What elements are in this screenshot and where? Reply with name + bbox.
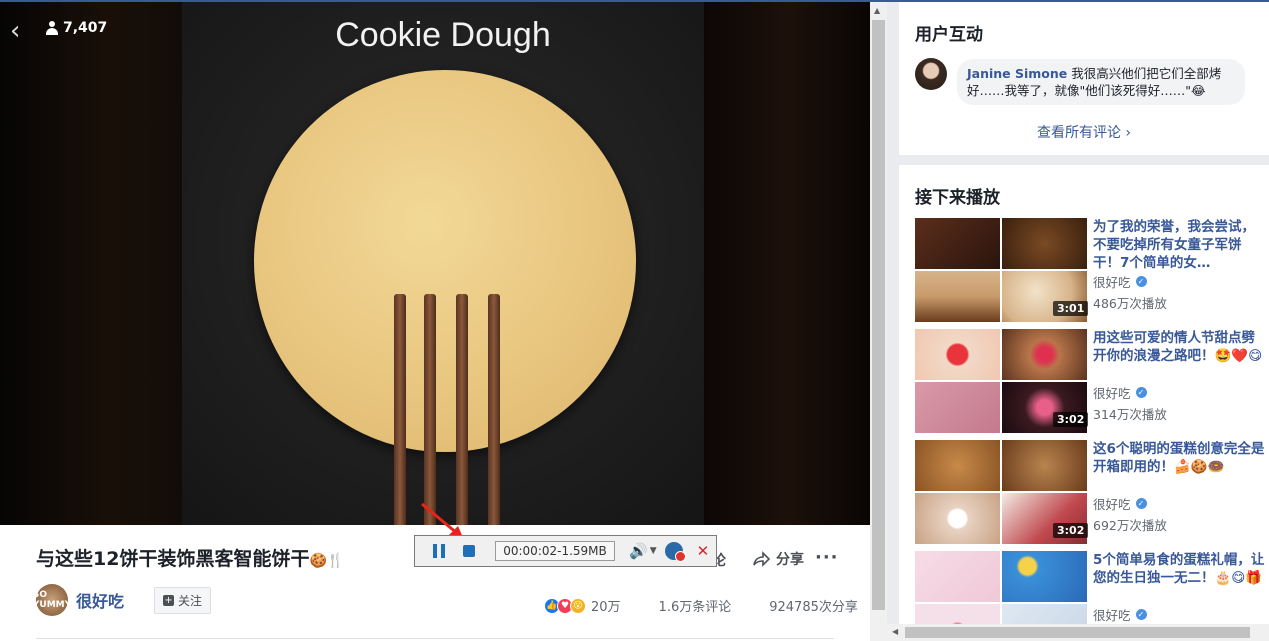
duration-badge: 3:02 [1053,412,1089,427]
viewer-count: 7,407 [46,20,107,36]
up-next-heading: 接下来播放 [915,188,1000,208]
avatar[interactable]: SO YUMMY [33,584,71,616]
verified-icon: ✓ [1135,609,1147,620]
up-next-item[interactable]: 3:02 用这些可爱的情人节甜点劈开你的浪漫之路吧！🤩❤️😋 很好吃 ✓ 314万… [915,329,1265,433]
avatar[interactable] [915,58,947,90]
recording-time-size: 00:00:02-1.59MB [495,541,615,561]
comments-count[interactable]: 1.6万条评论 [659,596,732,615]
up-next-card: 接下来播放 3:01 为了我的荣誉，我会尝试，不要吃掉所有女童子军饼干！7个简单… [899,165,1269,641]
up-next-title[interactable]: 这6个聪明的蛋糕创意完全是开箱即用的！🍰🍪🍩 [1093,440,1265,476]
viewer-count-value: 7,407 [63,20,108,36]
interaction-card: 用户互动 Janine Simone 我很高兴他们把它们全部烤好……我等了，就像… [899,2,1269,155]
verified-icon: ✓ [1135,387,1147,398]
up-next-channel[interactable]: 很好吃 ✓ [1093,605,1147,624]
up-next-channel[interactable]: 很好吃 ✓ [1093,272,1147,291]
share-icon [753,551,770,567]
up-next-views: 692万次播放 [1093,518,1167,533]
wow-reaction-icon: 😮 [570,597,586,614]
volume-icon[interactable]: 🔊 [629,542,648,560]
up-next-title[interactable]: 为了我的荣誉，我会尝试，不要吃掉所有女童子军饼干！7个简单的女… [1093,218,1265,272]
reaction-count[interactable]: 20万 [591,596,621,615]
scrollbar-thumb[interactable] [905,627,1250,638]
post-stats: 👍 ♥ 😮 20万 1.6万条评论 924785次分享 [544,596,858,615]
share-button[interactable]: 分享 [752,549,804,569]
chevron-down-icon[interactable]: ▼ [650,546,657,556]
shares-count[interactable]: 924785次分享 [769,596,858,615]
video-player[interactable]: Cookie Dough ‹ 7,407 [0,2,870,525]
video-overlay-title: Cookie Dough [335,16,551,54]
cookie-dough-image [254,70,636,452]
stop-icon[interactable] [463,545,475,557]
scrollbar-thumb[interactable] [872,20,885,610]
up-next-item[interactable]: 3:02 这6个聪明的蛋糕创意完全是开箱即用的！🍰🍪🍩 很好吃 ✓ 692万次播放 [915,440,1265,544]
up-next-item[interactable]: 3:01 为了我的荣誉，我会尝试，不要吃掉所有女童子军饼干！7个简单的女… 很好… [915,218,1265,322]
pause-icon[interactable] [433,544,445,558]
verified-icon: ✓ [1135,498,1147,509]
follow-label: 关注 [178,593,203,608]
chevron-left-icon[interactable]: ‹ [10,16,20,46]
right-sidebar: 用户互动 Janine Simone 我很高兴他们把它们全部烤好……我等了，就像… [887,2,1269,641]
person-icon [46,21,58,35]
up-next-title[interactable]: 5个简单易食的蛋糕礼帽，让您的生日独一无二！🎂😋🎁 [1093,551,1265,587]
duration-badge: 3:01 [1053,301,1089,316]
up-next-views: 486万次播放 [1093,296,1167,311]
video-title: 与这些12饼干装饰黑客智能饼干🍪🍴 [36,548,345,570]
up-next-title[interactable]: 用这些可爱的情人节甜点劈开你的浪漫之路吧！🤩❤️😋 [1093,329,1265,365]
see-all-comments-link[interactable]: 查看所有评论 › [899,122,1269,142]
title-emojis: 🍪🍴 [309,553,345,569]
vertical-scrollbar[interactable]: ▲ [870,2,887,641]
screen-recorder-toolbar: 00:00:02-1.59MB 🔊 ▼ ✕ [414,535,717,567]
verified-icon: ✓ [1135,276,1147,287]
share-label: 分享 [776,552,804,568]
comment-author[interactable]: Janine Simone [967,66,1067,81]
chevron-right-icon: › [1125,125,1132,141]
up-next-views: 314万次播放 [1093,407,1167,422]
up-next-channel[interactable]: 很好吃 ✓ [1093,494,1147,513]
scroll-up-icon[interactable]: ▲ [874,6,880,15]
follow-button[interactable]: + 关注 [154,586,212,614]
close-icon[interactable]: ✕ [697,542,710,560]
comment-bubble: Janine Simone 我很高兴他们把它们全部烤好……我等了，就像"他们该死… [957,59,1245,105]
page-name-link[interactable]: 很好吃 [76,588,124,612]
duration-badge: 3:02 [1053,523,1089,538]
page-row: SO YUMMY 很好吃 + 关注 [33,584,212,616]
horizontal-scrollbar[interactable]: ◀ [887,624,1269,641]
plus-icon: + [163,594,175,606]
interaction-heading: 用户互动 [915,25,983,45]
more-options-icon[interactable]: ··· [815,547,839,568]
up-next-channel[interactable]: 很好吃 ✓ [1093,383,1147,402]
scroll-left-icon[interactable]: ◀ [892,627,898,636]
webcam-off-icon[interactable] [664,542,686,562]
divider [36,638,834,639]
